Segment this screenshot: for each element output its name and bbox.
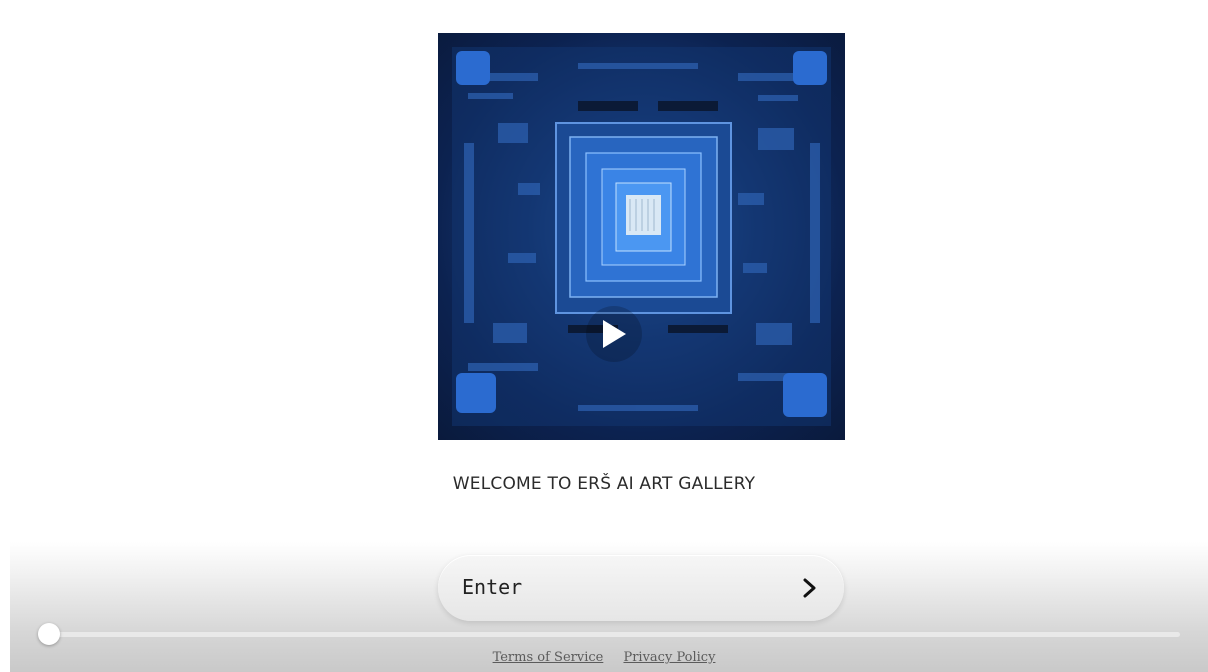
enter-button[interactable]: Enter bbox=[438, 555, 844, 621]
play-button[interactable] bbox=[586, 306, 642, 362]
enter-button-label: Enter bbox=[462, 575, 523, 599]
terms-of-service-link[interactable]: Terms of Service bbox=[493, 650, 604, 665]
progress-track[interactable] bbox=[48, 632, 1180, 637]
welcome-heading: WELCOME TO ERŠ AI ART GALLERY bbox=[452, 474, 756, 494]
play-icon bbox=[603, 320, 626, 348]
chevron-right-icon bbox=[803, 578, 816, 598]
hero-image bbox=[438, 33, 845, 440]
footer-links: Terms of Service Privacy Policy bbox=[0, 650, 1208, 665]
privacy-policy-link[interactable]: Privacy Policy bbox=[623, 650, 715, 665]
circuit-board-illustration bbox=[452, 47, 831, 426]
progress-thumb[interactable] bbox=[38, 623, 60, 645]
